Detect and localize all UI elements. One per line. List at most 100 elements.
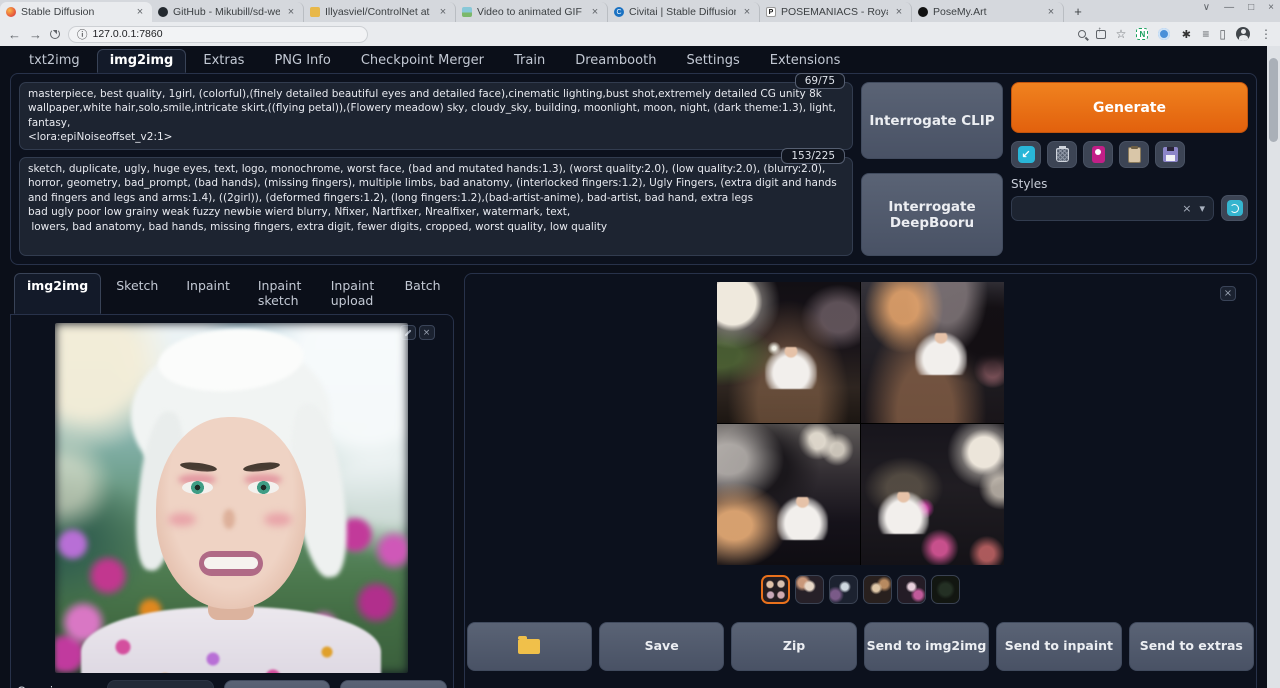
image-dropzone[interactable]: × [10, 314, 454, 688]
zip-button[interactable]: Zip [731, 622, 856, 671]
card-icon [1092, 146, 1105, 163]
address-bar[interactable]: ⓘ 127.0.0.1:7860 [68, 26, 368, 43]
scrollbar-thumb[interactable] [1269, 58, 1278, 142]
thumbnail-3[interactable] [829, 575, 858, 604]
tab-search-icon[interactable]: ∨ [1203, 2, 1210, 13]
tab-close-icon[interactable]: × [893, 6, 905, 18]
tab-close-icon[interactable]: × [741, 6, 753, 18]
browser-window: Stable Diffusion × GitHub - Mikubill/sd-… [0, 0, 1280, 688]
apply-style-button[interactable] [1119, 141, 1149, 168]
side-panel-icon[interactable]: ▯ [1219, 27, 1226, 41]
tab-img2img[interactable]: img2img [97, 49, 187, 73]
tab-png-info[interactable]: PNG Info [261, 49, 343, 73]
extension-blue-icon[interactable] [1158, 28, 1170, 40]
interrogate-deepbooru-button[interactable]: Interrogate DeepBooru [861, 173, 1003, 256]
uploaded-portrait-image[interactable] [55, 323, 408, 673]
site-info-icon[interactable]: ⓘ [77, 27, 88, 42]
extensions-puzzle-icon[interactable]: ✱ [1180, 28, 1192, 40]
save-button[interactable]: Save [599, 622, 724, 671]
negative-prompt-input[interactable]: sketch, duplicate, ugly, huge eyes, text… [19, 157, 853, 256]
stable-diffusion-webui: txt2img img2img Extras PNG Info Checkpoi… [0, 46, 1280, 688]
generate-button[interactable]: Generate [1011, 82, 1248, 133]
generated-image-3[interactable] [717, 424, 860, 565]
browser-tab-gif-converter[interactable]: Video to animated GIF converter × [456, 2, 608, 22]
back-icon[interactable]: ← [8, 28, 21, 41]
tab-extensions[interactable]: Extensions [757, 49, 854, 73]
maximize-button[interactable]: □ [1248, 2, 1254, 13]
generate-column: Generate ↙ [1011, 82, 1248, 256]
url-text: 127.0.0.1:7860 [93, 28, 163, 40]
extra-networks-button[interactable] [1083, 141, 1113, 168]
results-column: × [464, 273, 1257, 688]
tab-close-icon[interactable]: × [134, 6, 146, 18]
forward-icon[interactable]: → [29, 28, 42, 41]
reading-list-icon[interactable]: ≡ [1202, 27, 1209, 41]
copy-to-sketch-button[interactable]: sketch [224, 680, 331, 688]
browser-tab-civitai[interactable]: C Civitai | Stable Diffusion model × [608, 2, 760, 22]
thumbnail-6[interactable] [931, 575, 960, 604]
tab-mode-inpaint-upload[interactable]: Inpaint upload [318, 273, 390, 314]
tab-txt2img[interactable]: txt2img [16, 49, 93, 73]
browser-tab-posemaniacs[interactable]: P POSEMANIACS - Royalty free 3 × [760, 2, 912, 22]
tab-mode-batch[interactable]: Batch [392, 273, 454, 314]
thumbnail-4[interactable] [863, 575, 892, 604]
minimize-button[interactable]: — [1224, 2, 1234, 13]
browser-tab-controlnet[interactable]: Illyasviel/ControlNet at main × [304, 2, 456, 22]
tab-settings[interactable]: Settings [673, 49, 752, 73]
window-controls: ∨ — □ × [1203, 2, 1274, 13]
tab-close-icon[interactable]: × [285, 6, 297, 18]
send-to-inpaint-button[interactable]: Send to inpaint [996, 622, 1121, 671]
styles-dropdown[interactable]: × ▾ [1011, 196, 1214, 221]
profile-avatar[interactable] [1236, 27, 1250, 41]
window-close-button[interactable]: × [1268, 2, 1274, 13]
refresh-styles-button[interactable] [1221, 195, 1248, 221]
extension-n-icon[interactable]: N [1136, 28, 1148, 40]
browser-tab-stable-diffusion[interactable]: Stable Diffusion × [0, 2, 152, 22]
generated-image-4[interactable] [861, 424, 1004, 565]
clear-prompt-button[interactable] [1047, 141, 1077, 168]
browser-tab-posemyart[interactable]: PoseMy.Art × [912, 2, 1064, 22]
remove-image-button[interactable]: × [419, 325, 435, 340]
tab-mode-inpaint-sketch[interactable]: Inpaint sketch [245, 273, 316, 314]
thumbnail-1-selected[interactable] [761, 575, 790, 604]
zoom-icon[interactable] [1078, 30, 1086, 38]
page-scrollbar[interactable] [1267, 46, 1280, 688]
styles-label: Styles [1011, 177, 1248, 191]
folder-icon [518, 639, 540, 654]
generated-image-2[interactable] [861, 282, 1004, 423]
thumbnail-2[interactable] [795, 575, 824, 604]
save-style-button[interactable] [1155, 141, 1185, 168]
tab-close-icon[interactable]: × [589, 6, 601, 18]
copy-to-img2img-button[interactable]: img2img [107, 680, 214, 688]
send-to-extras-button[interactable]: Send to extras [1129, 622, 1254, 671]
paste-params-button[interactable]: ↙ [1011, 141, 1041, 168]
tab-close-icon[interactable]: × [437, 6, 449, 18]
gallery-close-button[interactable]: × [1220, 286, 1236, 301]
clear-styles-icon[interactable]: × [1182, 202, 1191, 215]
styles-caret-icon[interactable]: ▾ [1199, 202, 1205, 215]
tab-mode-sketch[interactable]: Sketch [103, 273, 171, 314]
thumbnail-5[interactable] [897, 575, 926, 604]
tab-mode-inpaint[interactable]: Inpaint [173, 273, 243, 314]
tab-mode-img2img[interactable]: img2img [14, 273, 101, 314]
copy-to-inpaint-button[interactable]: inpaint [340, 680, 447, 688]
tab-close-icon[interactable]: × [1045, 6, 1057, 18]
bookmark-star-icon[interactable]: ☆ [1116, 27, 1127, 41]
tab-extras[interactable]: Extras [190, 49, 257, 73]
browser-tab-github[interactable]: GitHub - Mikubill/sd-webui-co × [152, 2, 304, 22]
share-icon[interactable] [1096, 30, 1106, 39]
tab-checkpoint-merger[interactable]: Checkpoint Merger [348, 49, 497, 73]
prompt-column: 69/75 masterpiece, best quality, 1girl, … [19, 82, 853, 256]
tab-dreambooth[interactable]: Dreambooth [562, 49, 669, 73]
browser-menu-icon[interactable]: ⋮ [1260, 27, 1272, 41]
open-folder-button[interactable] [467, 622, 592, 671]
new-tab-button[interactable]: + [1070, 4, 1086, 20]
interrogate-column: Interrogate CLIP Interrogate DeepBooru [861, 82, 1003, 256]
generated-image-grid[interactable] [717, 282, 1004, 565]
tab-train[interactable]: Train [501, 49, 558, 73]
generated-image-1[interactable] [717, 282, 860, 423]
interrogate-clip-button[interactable]: Interrogate CLIP [861, 82, 1003, 159]
reload-icon[interactable] [50, 29, 60, 39]
send-to-img2img-button[interactable]: Send to img2img [864, 622, 989, 671]
prompt-input[interactable]: masterpiece, best quality, 1girl, (color… [19, 82, 853, 150]
